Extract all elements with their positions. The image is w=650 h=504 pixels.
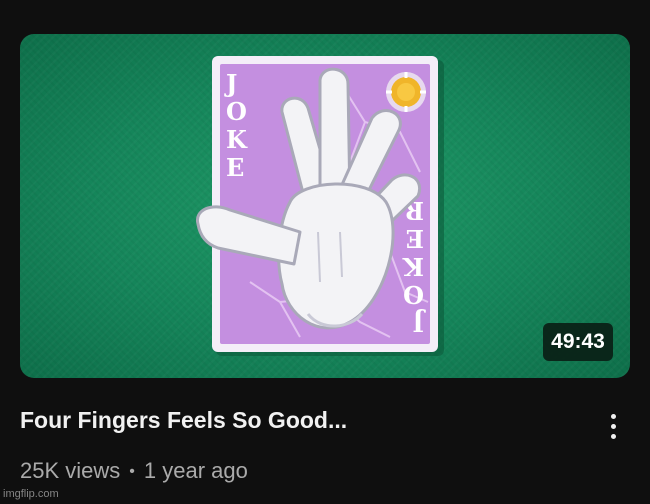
svg-text:O: O xyxy=(403,280,424,309)
svg-text:K: K xyxy=(402,252,424,281)
video-card: J O K E J O K E R 49:43 Four Fingers Fee… xyxy=(0,0,650,504)
more-options-button[interactable] xyxy=(598,406,628,446)
card-letter-o: O xyxy=(226,97,247,126)
card-letter-k: K xyxy=(226,125,248,154)
video-metadata: 25K views • 1 year ago xyxy=(20,456,248,487)
view-count: 25K views xyxy=(20,458,121,483)
watermark: imgflip.com xyxy=(3,488,59,500)
card-letter-e: E xyxy=(226,153,244,182)
svg-text:E: E xyxy=(406,224,424,253)
poker-chip-icon xyxy=(386,72,426,112)
svg-text:J: J xyxy=(413,308,426,337)
card-letter-j: J xyxy=(224,69,237,98)
more-vert-icon xyxy=(610,413,616,419)
upload-age: 1 year ago xyxy=(143,458,248,483)
meta-separator: • xyxy=(129,463,135,480)
duration-badge: 49:43 xyxy=(543,323,613,361)
joker-card-art: J O K E J O K E R xyxy=(195,56,444,356)
video-thumbnail[interactable]: J O K E J O K E R 49:43 xyxy=(20,34,630,378)
video-title[interactable]: Four Fingers Feels So Good... xyxy=(20,404,580,436)
